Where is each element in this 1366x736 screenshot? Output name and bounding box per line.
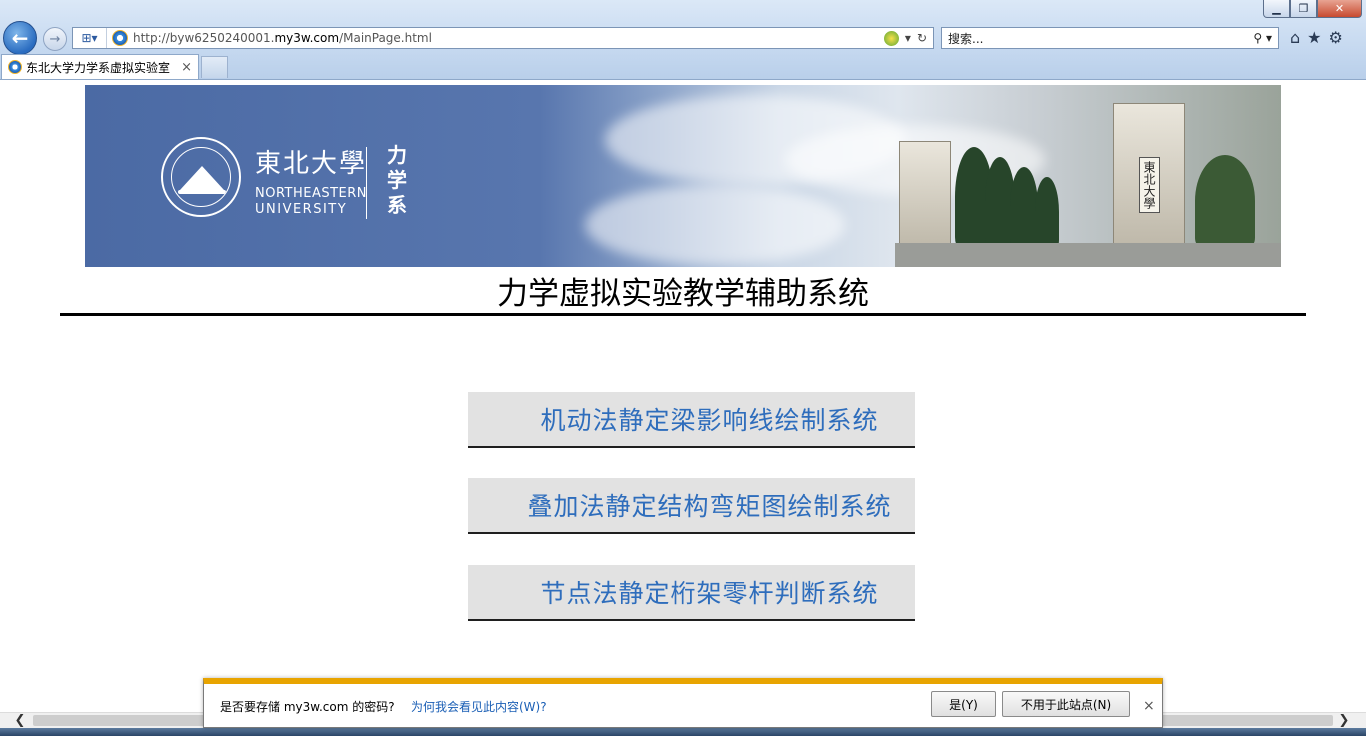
address-bar[interactable]: ⊞▾ http://byw6250240001.my3w.com/MainPag…	[72, 27, 934, 49]
home-icon[interactable]: ⌂	[1290, 28, 1300, 47]
header-banner: 東北大學 NORTHEASTERN UNIVERSITY 力学系 東北大學	[85, 85, 1281, 267]
forward-arrow-icon: →	[49, 31, 61, 47]
close-window-button[interactable]: ✕	[1317, 0, 1362, 18]
window-controls: ▁ ❐ ✕	[1263, 0, 1362, 20]
address-url[interactable]: http://byw6250240001.my3w.com/MainPage.h…	[133, 31, 884, 45]
title-divider	[60, 313, 1306, 316]
compatibility-view-icon[interactable]	[883, 30, 899, 46]
save-password-yes-button[interactable]: 是(Y)	[931, 691, 996, 717]
never-for-site-button[interactable]: 不用于此站点(N)	[1002, 691, 1130, 717]
minimize-button[interactable]: ▁	[1263, 0, 1290, 18]
forward-button[interactable]: →	[43, 27, 67, 51]
system-button-influence-line[interactable]: 机动法静定梁影响线绘制系统	[468, 392, 915, 448]
notification-help-link[interactable]: 为何我会看见此内容(W)?	[411, 698, 547, 715]
toolbar-icons: ⌂ ★ ⚙	[1290, 28, 1343, 47]
university-seal-icon	[161, 137, 241, 217]
search-input[interactable]: 搜索... ⚲ ▾	[941, 27, 1279, 49]
favorites-star-icon[interactable]: ★	[1307, 28, 1321, 47]
back-arrow-icon: ←	[11, 26, 29, 50]
site-favicon-icon	[112, 30, 128, 46]
university-name-en-1: NORTHEASTERN	[255, 186, 368, 201]
tab-active[interactable]: 东北大学力学系虚拟实验室 ×	[1, 54, 199, 79]
university-name-cn: 東北大學	[255, 149, 368, 179]
add-site-icon: ⊞▾	[81, 31, 98, 45]
scroll-left-icon[interactable]: ❮	[10, 713, 30, 728]
notification-message: 是否要存储 my3w.com 的密码?	[220, 700, 395, 714]
page-title: 力学虚拟实验教学辅助系统	[497, 276, 869, 312]
gate-plaque: 東北大學	[1139, 157, 1160, 213]
password-notification-bar: 是否要存储 my3w.com 的密码? 为何我会看见此内容(W)? 是(Y) 不…	[203, 678, 1163, 728]
system-button-bending-moment[interactable]: 叠加法静定结构弯矩图绘制系统	[468, 478, 915, 534]
department-name: 力学系	[387, 143, 407, 217]
search-placeholder: 搜索...	[948, 31, 984, 46]
tab-close-icon[interactable]: ×	[181, 60, 192, 75]
tab-row: 东北大学力学系虚拟实验室 ×	[0, 54, 1366, 80]
campus-gate-photo: 東北大學	[895, 103, 1281, 267]
banner-cloud	[585, 185, 845, 265]
university-name-en-2: UNIVERSITY	[255, 202, 348, 217]
search-icon[interactable]: ⚲ ▾	[1253, 31, 1272, 45]
browser-chrome: ▁ ❐ ✕ ← → ⊞▾ http://byw6250240001.my3w.c…	[0, 0, 1366, 80]
page-viewport: 東北大學 NORTHEASTERN UNIVERSITY 力学系 東北大學 力学…	[0, 80, 1366, 712]
address-dropdown-icon[interactable]: ▾	[905, 31, 911, 45]
logo-divider	[366, 147, 367, 219]
restore-button[interactable]: ❐	[1290, 0, 1317, 18]
taskbar	[0, 728, 1366, 736]
refresh-icon[interactable]: ↻	[917, 31, 927, 45]
notification-close-icon[interactable]: ×	[1143, 698, 1155, 714]
settings-gear-icon[interactable]: ⚙	[1329, 28, 1343, 47]
back-button[interactable]: ←	[3, 21, 37, 55]
campus-road	[895, 243, 1281, 267]
scroll-right-icon[interactable]: ❯	[1334, 713, 1354, 728]
tab-favicon-icon	[8, 60, 22, 74]
tab-title: 东北大学力学系虚拟实验室	[26, 60, 171, 75]
new-tab-button[interactable]	[201, 56, 228, 78]
add-site-button[interactable]: ⊞▾	[73, 28, 107, 48]
system-button-truss-zero-bar[interactable]: 节点法静定桁架零杆判断系统	[468, 565, 915, 621]
